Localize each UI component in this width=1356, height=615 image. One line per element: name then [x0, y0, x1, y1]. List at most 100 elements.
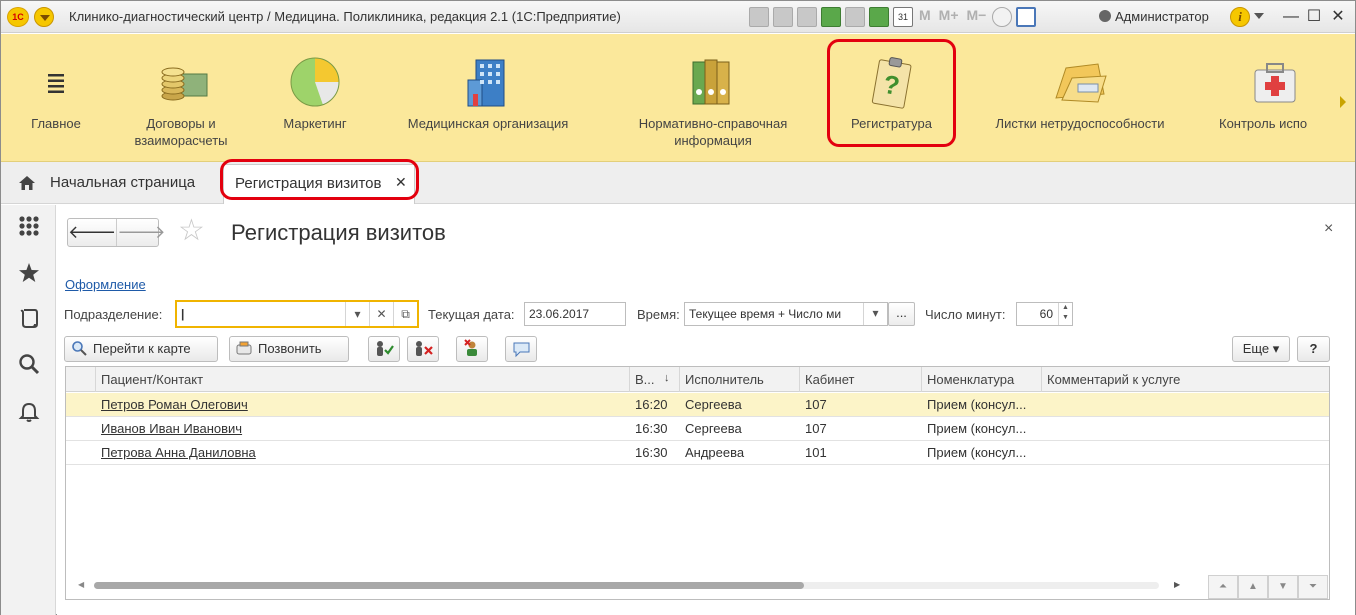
patient-link[interactable]: Иванов Иван Иванович: [96, 417, 626, 441]
call-button[interactable]: Позвонить: [229, 336, 349, 362]
panel-icon[interactable]: [1016, 7, 1037, 27]
history-icon[interactable]: [18, 307, 40, 329]
scroll-right-icon[interactable]: [1340, 96, 1346, 108]
table-row[interactable]: Иванов Иван Иванович 16:30 Сергеева 107 …: [66, 417, 1329, 441]
more-menu-button[interactable]: Еще ▾: [1232, 336, 1290, 362]
bell-icon[interactable]: [18, 401, 40, 423]
page-down-icon[interactable]: ▼: [1268, 575, 1298, 599]
title-bar: 1С Клинико-диагностический центр / Медиц…: [1, 1, 1355, 33]
form-close-button[interactable]: ×: [1324, 220, 1333, 238]
nomenclature-cell: Прием (консул...: [927, 445, 1027, 460]
memory-plus-button[interactable]: M+: [937, 7, 961, 27]
person-cancel-icon: [416, 341, 433, 356]
user-icon: [1099, 10, 1111, 22]
table-row[interactable]: Петрова Анна Даниловна 16:30 Андреева 10…: [66, 441, 1329, 465]
column-header-time[interactable]: В...: [629, 367, 679, 392]
dropdown-icon[interactable]: ▾: [863, 303, 887, 325]
info-caret-icon[interactable]: [1254, 13, 1264, 19]
help-button[interactable]: ?: [1297, 336, 1330, 362]
column-header-comment[interactable]: Комментарий к услуге: [1041, 367, 1329, 392]
column-header-room[interactable]: Кабинет: [799, 367, 921, 392]
section-sick-leave[interactable]: Листки нетрудоспособности: [969, 34, 1191, 162]
pie-chart-icon: [290, 57, 340, 107]
user-name: Администратор: [1115, 9, 1209, 24]
table-row[interactable]: Петров Роман Олегович 16:20 Сергеева 107…: [66, 393, 1329, 417]
sections-panel: Главное Договоры и взаиморасчеты Маркети…: [1, 34, 1355, 162]
info-button[interactable]: i: [1230, 7, 1250, 27]
calculator-icon[interactable]: [869, 7, 889, 27]
search-icon[interactable]: [18, 353, 40, 375]
first-row-icon[interactable]: ⏶: [1208, 575, 1238, 599]
calendar-icon[interactable]: 31: [893, 7, 913, 27]
horizontal-scrollbar[interactable]: ◀ ▶: [78, 580, 1180, 590]
open-tabs-bar: Начальная страница Регистрация визитов ✕: [1, 162, 1355, 204]
patient-link[interactable]: Петров Роман Олегович: [96, 393, 626, 417]
scroll-thumb[interactable]: [94, 582, 804, 589]
forward-button[interactable]: 🡒: [116, 219, 166, 246]
goto-card-button[interactable]: Перейти к карте: [64, 336, 218, 362]
favorites-star-icon[interactable]: [18, 262, 40, 284]
column-header-nomenclature[interactable]: Номенклатура: [921, 367, 1041, 392]
current-user[interactable]: Администратор: [1099, 9, 1209, 24]
search-icon: [72, 341, 87, 356]
memory-minus-button[interactable]: M−: [965, 7, 989, 27]
section-main[interactable]: Главное: [11, 34, 101, 162]
chevron-down-icon: ▾: [1272, 341, 1280, 356]
main-menu-button[interactable]: [34, 7, 54, 27]
section-label: Медицинская организация: [407, 116, 569, 131]
link-icon[interactable]: [821, 7, 841, 27]
time-select[interactable]: Текущее время + Число ми ▾: [684, 302, 888, 326]
current-date-field[interactable]: 23.06.2017: [524, 302, 626, 326]
minutes-stepper[interactable]: 60 ▲ ▼: [1016, 302, 1073, 326]
open-icon[interactable]: ⧉: [393, 302, 417, 326]
design-link[interactable]: Оформление: [65, 277, 146, 292]
column-header-patient[interactable]: Пациент/Контакт: [95, 367, 629, 392]
tab-home[interactable]: Начальная страница: [50, 174, 195, 191]
memory-m-button[interactable]: M: [917, 7, 933, 27]
minimize-button[interactable]: —: [1281, 7, 1301, 27]
dropdown-icon[interactable]: ▾: [345, 302, 369, 326]
section-label: Нормативно-справочная информация: [638, 116, 788, 148]
section-reference-info[interactable]: Нормативно-справочная информация: [613, 34, 813, 162]
maximize-button[interactable]: ☐: [1304, 7, 1324, 27]
favorite-star-icon[interactable]: ☆: [178, 216, 205, 246]
section-control[interactable]: Контроль испо: [1213, 34, 1337, 162]
save-icon[interactable]: [749, 7, 769, 27]
section-contracts[interactable]: Договоры и взаиморасчеты: [111, 34, 251, 162]
clear-icon[interactable]: ✕: [369, 302, 393, 326]
print-icon[interactable]: [773, 7, 793, 27]
comment-button[interactable]: [505, 336, 537, 362]
scroll-left-icon[interactable]: ◀: [78, 580, 84, 589]
building-icon: [467, 59, 505, 107]
person-check-icon: [377, 341, 394, 356]
zoom-icon[interactable]: [992, 7, 1013, 27]
home-icon[interactable]: [18, 175, 36, 191]
preview-icon[interactable]: [797, 7, 817, 27]
scroll-right-icon[interactable]: ▶: [1174, 580, 1180, 589]
apps-grid-icon[interactable]: [18, 215, 40, 237]
section-marketing[interactable]: Маркетинг: [263, 34, 367, 162]
patient-link[interactable]: Петрова Анна Даниловна: [96, 441, 626, 465]
history-nav: 🡐 🡒: [67, 218, 166, 247]
close-window-button[interactable]: ✕: [1328, 7, 1348, 27]
spin-icon[interactable]: ▲ ▼: [1058, 303, 1072, 325]
section-med-org[interactable]: Медицинская организация: [384, 34, 592, 162]
time-choose-button[interactable]: ...: [888, 302, 915, 326]
time-cell: 16:30: [635, 421, 668, 436]
back-button[interactable]: 🡐: [68, 219, 116, 246]
department-field[interactable]: | ▾ ✕ ⧉: [175, 300, 419, 328]
attach-icon[interactable]: [845, 7, 865, 27]
department-label: Подразделение:: [64, 307, 163, 322]
patient-remove-button[interactable]: [456, 336, 488, 362]
cancel-visit-button[interactable]: [407, 336, 439, 362]
room-cell: 101: [805, 445, 827, 460]
app-window: 1С Клинико-диагностический центр / Медиц…: [0, 0, 1356, 615]
column-header-performer[interactable]: Исполнитель: [679, 367, 799, 392]
page-up-icon[interactable]: ▲: [1238, 575, 1268, 599]
comment-cell: [1042, 417, 1329, 441]
room-cell: 107: [805, 421, 827, 436]
confirm-visit-button[interactable]: [368, 336, 400, 362]
last-row-icon[interactable]: ⏷: [1298, 575, 1328, 599]
visits-table[interactable]: Пациент/Контакт В... ↓ Исполнитель Кабин…: [65, 366, 1330, 600]
registry-highlight-frame: [827, 39, 956, 147]
